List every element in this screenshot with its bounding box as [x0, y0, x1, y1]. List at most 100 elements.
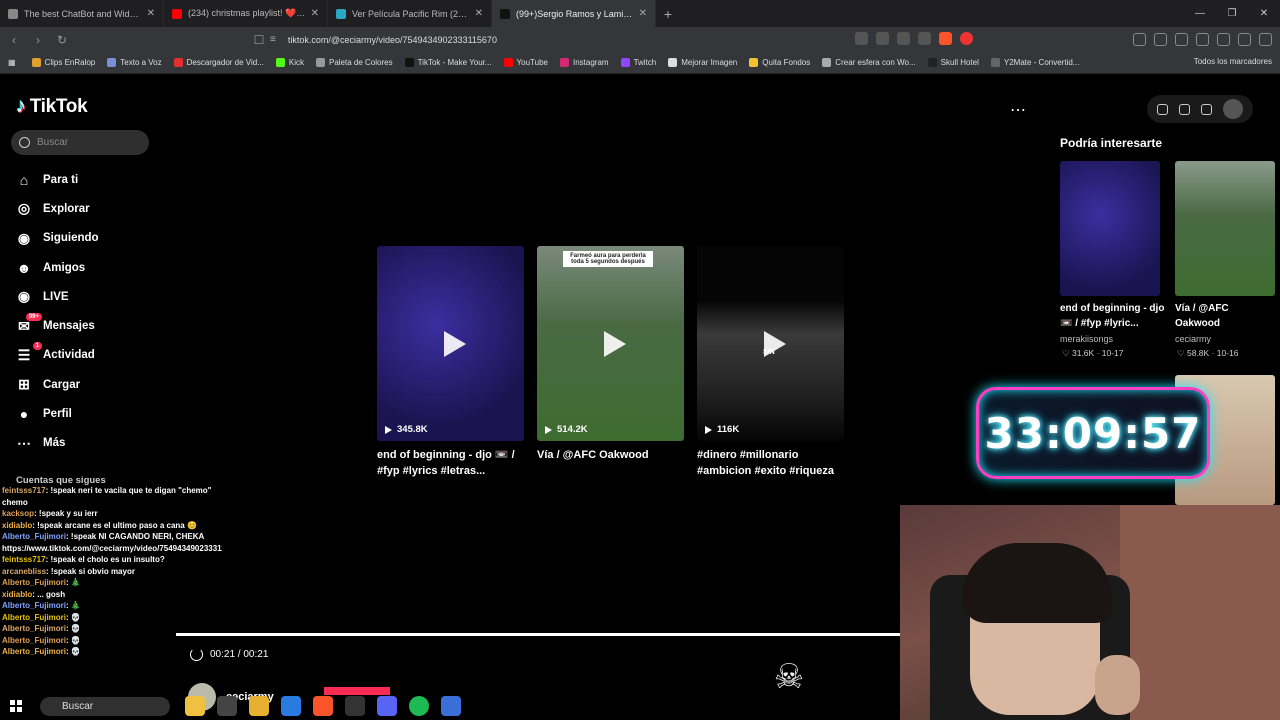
vpn-icon[interactable] — [1238, 33, 1251, 46]
bookmark-item[interactable]: Crear esfera con Wo... — [822, 58, 916, 67]
copilot-icon[interactable] — [185, 696, 205, 716]
video-caption[interactable]: end of beginning - djo 📼 / #fyp #lyrics … — [377, 447, 527, 479]
search-box[interactable] — [11, 130, 149, 155]
store-icon[interactable] — [281, 696, 301, 716]
task-view-icon[interactable] — [217, 696, 237, 716]
browser-tab[interactable]: (234) christmas playlist! ❤️❄️❤️🎄 ✕ — [164, 0, 328, 27]
brave-rewards-icon[interactable] — [960, 32, 973, 45]
related-author[interactable]: ceciarmy — [1175, 334, 1211, 344]
close-icon[interactable]: ✕ — [639, 8, 647, 19]
url-text: tiktok.com/@ceciarmy/video/7549434902333… — [287, 34, 497, 45]
bookmark-item[interactable]: Instagram — [559, 58, 609, 67]
video-progress-bar[interactable] — [176, 633, 900, 636]
sidebar-item-amigos[interactable]: ☻ Amigos — [14, 253, 99, 282]
app-icon[interactable] — [441, 696, 461, 716]
wallet-icon[interactable] — [1217, 33, 1230, 46]
cast-icon[interactable] — [876, 32, 889, 45]
bookmark-favicon-icon — [107, 58, 117, 67]
brave-icon[interactable] — [313, 696, 333, 716]
bookmark-item[interactable]: Skull Hotel — [927, 58, 979, 67]
timer-text: 33:09:57 — [984, 408, 1202, 458]
new-tab-button[interactable]: + — [656, 6, 680, 22]
taskbar-search[interactable]: Buscar — [40, 697, 170, 716]
bookmark-item[interactable]: Texto a Voz — [107, 58, 162, 67]
bookmark-icon[interactable]: ☐ — [249, 33, 269, 47]
reload-icon[interactable]: ↻ — [52, 33, 72, 47]
bookmark-item[interactable]: Descargador de Vid... — [173, 58, 264, 67]
minimize-icon[interactable]: — — [1184, 0, 1216, 27]
user-avatar[interactable] — [1223, 99, 1244, 119]
browser-tab[interactable]: Ver Película Pacific Rim (2013) Online ✕ — [328, 0, 492, 27]
bookmark-label: Twitch — [633, 58, 657, 67]
sidebar-item-m-s[interactable]: ⋯ Más — [14, 429, 99, 458]
related-author[interactable]: merakiisongs — [1060, 334, 1113, 344]
bookmark-label: Clips EnRalop — [44, 58, 96, 67]
restore-icon[interactable]: ❐ — [1216, 0, 1248, 27]
apps-icon[interactable]: ▦ — [8, 58, 16, 67]
bookmark-item[interactable]: Mejorar Imagen — [668, 58, 737, 67]
bookmark-item[interactable]: Clips EnRalop — [31, 58, 96, 67]
sidebar-icon[interactable] — [1196, 33, 1209, 46]
browser-tab[interactable]: The best ChatBot and Widgets for Ki ✕ — [0, 0, 164, 27]
windows-start-icon[interactable] — [10, 700, 22, 712]
music-icon[interactable] — [1175, 33, 1188, 46]
bookmark-item[interactable]: Kick — [275, 58, 304, 67]
download-icon[interactable] — [1201, 103, 1213, 115]
close-window-icon[interactable]: ✕ — [1248, 0, 1280, 27]
video-card[interactable]: Farmeó aura para perderla toda 5 segundo… — [537, 246, 684, 441]
search-input[interactable] — [37, 137, 137, 148]
related-caption[interactable]: end of beginning - djo 📼 / #fyp #lyric..… — [1060, 301, 1170, 331]
video-caption[interactable]: #dinero #millonario #ambicion #exito #ri… — [697, 447, 847, 479]
sidebar-item-siguiendo[interactable]: ◉ Siguiendo — [14, 224, 99, 253]
tiktok-logo[interactable]: ♪ TikTok — [16, 95, 88, 118]
ext-icon[interactable] — [855, 32, 868, 45]
more-options-icon[interactable]: ⋯ — [1010, 100, 1027, 120]
sidebar-item-para-ti[interactable]: ⌂ Para ti — [14, 165, 99, 194]
forward-icon[interactable]: › — [28, 33, 48, 47]
discord-icon[interactable] — [377, 696, 397, 716]
bookmark-item[interactable]: Twitch — [620, 58, 657, 67]
close-icon[interactable]: ✕ — [147, 8, 155, 19]
browser-tab[interactable]: (99+)Sergio Ramos y Lamine Yam ✕ — [492, 0, 656, 27]
bookmark-favicon-icon — [275, 58, 285, 67]
video-card[interactable]: 345.8K — [377, 246, 524, 441]
share-icon[interactable] — [918, 32, 931, 45]
video-card[interactable]: SIN 116K — [697, 246, 844, 441]
close-icon[interactable]: ✕ — [475, 8, 483, 19]
brave-shield-icon[interactable] — [939, 32, 952, 45]
menu-icon[interactable] — [1259, 33, 1272, 46]
sidebar-item-actividad[interactable]: ☰ 1 Actividad — [14, 341, 99, 370]
bookmark-item[interactable]: Y2Mate - Convertid... — [990, 58, 1080, 67]
bookmark-item[interactable]: Quita Fondos — [749, 58, 810, 67]
post-date: 10-17 — [1101, 348, 1124, 358]
related-video-card[interactable] — [1175, 161, 1275, 296]
sidebar-item-live[interactable]: ◉ LIVE — [14, 282, 99, 311]
chat-message: feintsss717: !speak el cholo es un insul… — [2, 554, 222, 566]
obs-icon[interactable] — [345, 696, 365, 716]
bookmark-item[interactable]: Paleta de Colores — [315, 58, 393, 67]
sidebar-item-explorar[interactable]: ◎ Explorar — [14, 194, 99, 223]
related-video-card[interactable] — [1060, 161, 1160, 296]
related-caption[interactable]: Vía / @AFC Oakwood — [1175, 301, 1275, 331]
sidebar-item-cargar[interactable]: ⊞ Cargar — [14, 370, 99, 399]
video-caption[interactable]: Vía / @AFC Oakwood — [537, 447, 687, 463]
replay-icon[interactable] — [190, 648, 203, 661]
spotify-icon[interactable] — [409, 696, 429, 716]
extensions-icon[interactable] — [1133, 33, 1146, 46]
all-bookmarks[interactable]: Todos los marcadores — [1194, 57, 1272, 66]
device-icon[interactable] — [1178, 103, 1190, 115]
translate-icon[interactable] — [897, 32, 910, 45]
site-settings-icon[interactable]: ≡ — [270, 34, 276, 45]
sidebar-item-perfil[interactable]: ● Perfil — [14, 399, 99, 428]
bookmark-label: Y2Mate - Convertid... — [1003, 58, 1080, 67]
bookmark-item[interactable]: TikTok - Make Your... — [404, 58, 492, 67]
back-icon[interactable]: ‹ — [4, 33, 24, 47]
close-icon[interactable]: ✕ — [311, 8, 319, 19]
tab-title: (99+)Sergio Ramos y Lamine Yam — [516, 8, 635, 19]
bookmark-item[interactable]: YouTube — [503, 58, 548, 67]
sidebar-item-mensajes[interactable]: ✉ 99+ Mensajes — [14, 311, 99, 340]
screenshot-icon[interactable] — [1154, 33, 1167, 46]
file-explorer-icon[interactable] — [249, 696, 269, 716]
coin-icon[interactable] — [1156, 103, 1168, 115]
chat-username: feintsss717 — [2, 555, 46, 564]
